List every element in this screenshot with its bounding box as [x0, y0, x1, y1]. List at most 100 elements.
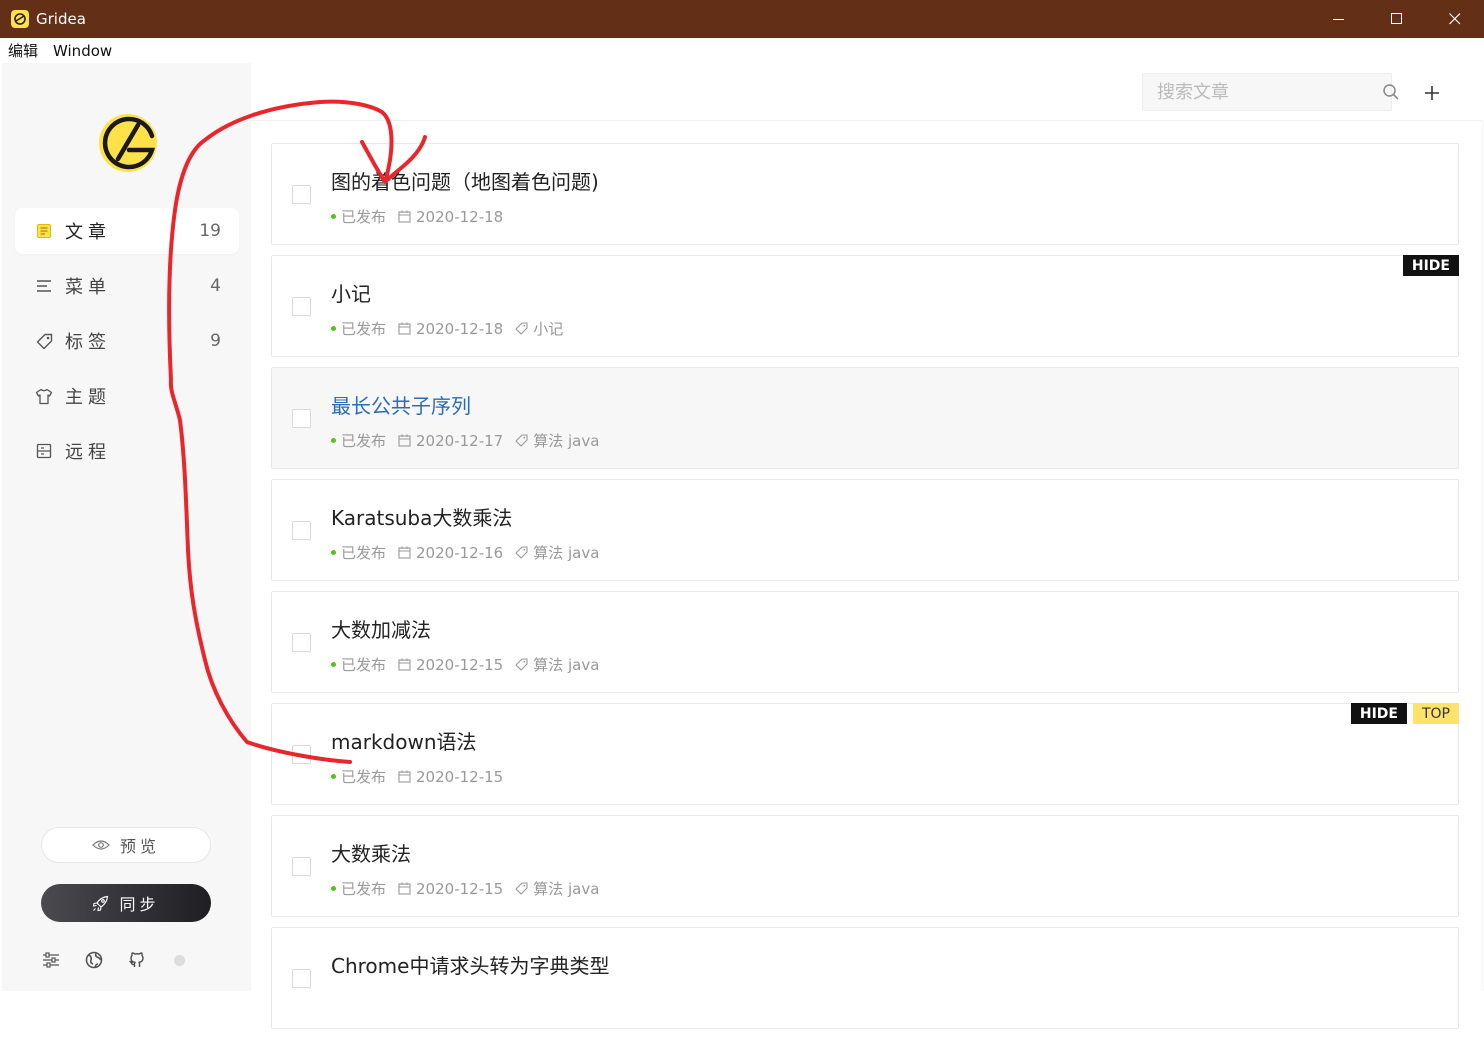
close-button[interactable] [1426, 0, 1484, 38]
top-badge: TOP [1412, 703, 1459, 724]
post-status: 已发布 [341, 432, 387, 450]
status-indicator [174, 954, 185, 966]
post-meta: 已发布 2020-12-15 算法 java [331, 654, 599, 675]
post-checkbox[interactable] [292, 745, 311, 764]
sidebar-item-label: 文章 [65, 222, 111, 243]
hide-badge: HIDE [1402, 255, 1459, 276]
post-title[interactable]: 大数乘法 [331, 838, 411, 867]
settings-sliders-icon[interactable] [41, 950, 61, 970]
tag-count: 9 [210, 331, 221, 351]
post-status: 已发布 [341, 320, 387, 338]
post-item[interactable]: 大数乘法已发布 2020-12-15 算法 java [271, 815, 1459, 917]
post-meta: 已发布 2020-12-18 小记 [331, 318, 563, 339]
post-title[interactable]: 大数加减法 [331, 614, 431, 643]
rocket-icon [93, 895, 109, 911]
sidebar-item-articles[interactable]: 文章 19 [15, 208, 239, 254]
window-title: Gridea [36, 10, 86, 28]
post-tags: 算法 java [533, 880, 600, 898]
sync-label: 同步 [119, 895, 160, 914]
post-checkbox[interactable] [292, 409, 311, 428]
post-date: 2020-12-18 [416, 319, 504, 338]
menu-count: 4 [210, 276, 221, 296]
post-badges: HIDE TOP [1345, 703, 1459, 724]
add-post-button[interactable] [1421, 82, 1443, 104]
post-checkbox[interactable] [292, 969, 311, 988]
calendar-icon [397, 210, 411, 224]
published-dot [331, 214, 336, 219]
post-checkbox[interactable] [292, 185, 311, 204]
sidebar-item-theme[interactable]: 主题 [15, 373, 239, 419]
post-title[interactable]: Karatsuba大数乘法 [331, 502, 512, 531]
post-checkbox[interactable] [292, 857, 311, 876]
post-item[interactable]: Karatsuba大数乘法 已发布 2020-12-16 算法 java [271, 479, 1459, 581]
sidebar-item-menus[interactable]: 菜单 4 [15, 263, 239, 309]
post-tags: 小记 [533, 320, 564, 338]
published-dot [331, 662, 336, 667]
tag-icon [514, 434, 528, 448]
post-tags: 算法 java [533, 432, 600, 450]
post-date: 2020-12-16 [416, 543, 504, 562]
menu-edit[interactable]: 编辑 [0, 40, 45, 61]
post-status: 已发布 [341, 880, 387, 898]
preview-label: 预览 [119, 837, 160, 856]
post-meta: 已发布 2020-12-15 [331, 766, 503, 787]
tag-icon [514, 658, 528, 672]
post-date: 2020-12-17 [416, 431, 504, 450]
plus-icon [1425, 86, 1439, 100]
post-item[interactable]: Chrome中请求头转为字典类型 [271, 927, 1459, 1029]
post-badges: HIDE [1397, 255, 1459, 276]
post-item[interactable]: markdown语法已发布 2020-12-15 HIDE TOP [271, 703, 1459, 805]
post-title[interactable]: markdown语法 [331, 726, 477, 755]
post-tags: 算法 java [533, 656, 600, 674]
calendar-icon [397, 322, 411, 336]
maximize-icon [1391, 13, 1402, 24]
search-icon[interactable] [1382, 82, 1400, 102]
post-item[interactable]: 小记 已发布 2020-12-18 小记 HIDE [271, 255, 1459, 357]
tag-icon [514, 882, 528, 896]
sidebar-item-tags[interactable]: 标签 9 [15, 318, 239, 364]
tag-icon [514, 546, 528, 560]
post-title[interactable]: Chrome中请求头转为字典类型 [331, 950, 609, 979]
post-item[interactable]: 最长公共子序列已发布 2020-12-17 算法 java [271, 367, 1459, 469]
published-dot [331, 550, 336, 555]
gridea-app-icon [11, 10, 29, 28]
preview-button[interactable]: 预览 [41, 827, 211, 863]
post-date: 2020-12-18 [416, 207, 504, 226]
post-title[interactable]: 小记 [331, 278, 371, 307]
post-title[interactable]: 最长公共子序列 [331, 390, 471, 419]
published-dot [331, 326, 336, 331]
published-dot [331, 886, 336, 891]
search-input[interactable] [1143, 74, 1382, 110]
header-divider [251, 120, 1484, 121]
post-item[interactable]: 大数加减法已发布 2020-12-15 算法 java [271, 591, 1459, 693]
post-tags: 算法 java [533, 544, 600, 562]
minimize-button[interactable] [1310, 0, 1368, 38]
globe-icon[interactable] [84, 950, 104, 970]
search-box [1142, 73, 1399, 111]
sidebar-item-label: 标签 [65, 332, 111, 353]
published-dot [331, 438, 336, 443]
post-status: 已发布 [341, 768, 387, 786]
close-icon [1449, 13, 1461, 25]
sync-button[interactable]: 同步 [41, 884, 211, 922]
eye-icon [92, 840, 110, 850]
github-icon[interactable] [127, 950, 147, 970]
minimize-icon [1333, 19, 1344, 20]
maximize-button[interactable] [1368, 0, 1426, 38]
tag-icon [35, 332, 53, 350]
post-list: 图的着色问题（地图着色问题) 已发布 2020-12-18 小记 已发布 2020-12-… [271, 143, 1459, 1039]
post-title[interactable]: 图的着色问题（地图着色问题) [331, 166, 599, 195]
post-meta: 已发布 2020-12-17 算法 java [331, 430, 599, 451]
sidebar-nav: 文章 19 菜单 4 标签 9 主题 远程 [15, 208, 239, 483]
menu-window[interactable]: Window [45, 42, 120, 60]
post-checkbox[interactable] [292, 297, 311, 316]
post-checkbox[interactable] [292, 633, 311, 652]
sidebar-item-label: 主题 [65, 387, 111, 408]
post-date: 2020-12-15 [416, 767, 504, 786]
post-meta: 已发布 2020-12-16 算法 java [331, 542, 599, 563]
post-meta: 已发布 2020-12-15 算法 java [331, 878, 599, 899]
post-status: 已发布 [341, 656, 387, 674]
post-item[interactable]: 图的着色问题（地图着色问题) 已发布 2020-12-18 [271, 143, 1459, 245]
sidebar-item-remote[interactable]: 远程 [15, 428, 239, 474]
post-checkbox[interactable] [292, 521, 311, 540]
